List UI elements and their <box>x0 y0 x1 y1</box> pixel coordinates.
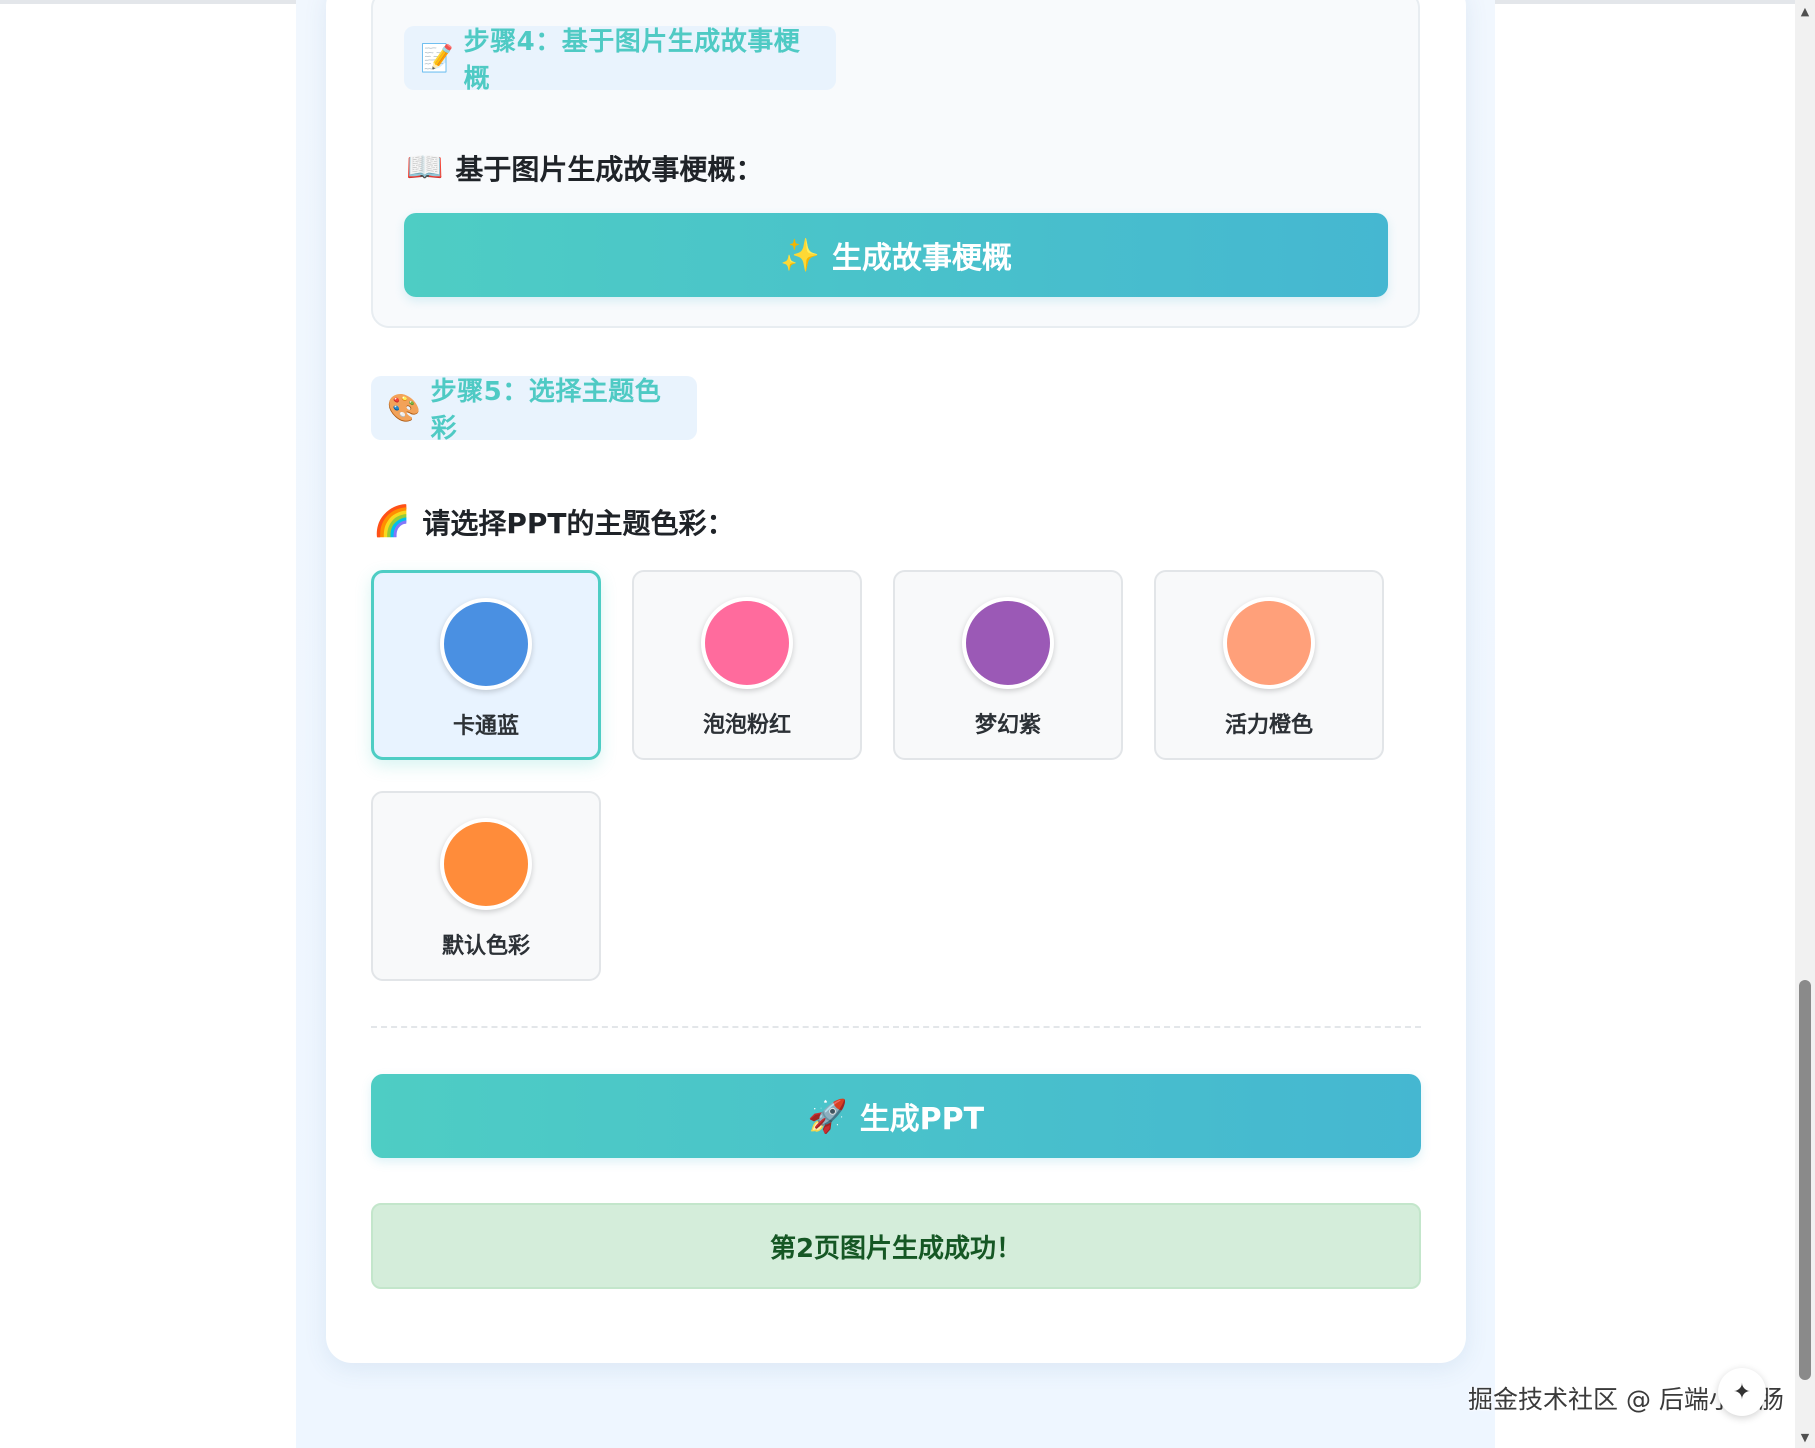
palette-icon: 🎨 <box>387 392 421 424</box>
story-section-title: 📖 基于图片生成故事梗概： <box>406 148 763 188</box>
theme-section-title-text: 请选择PPT的主题色彩： <box>422 507 735 540</box>
theme-option-bubble-pink[interactable]: 泡泡粉红 <box>632 570 862 760</box>
scroll-down-arrow-icon[interactable]: ▼ <box>1795 1428 1815 1446</box>
vertical-scrollbar[interactable]: ▲ ▼ <box>1795 0 1815 1448</box>
generate-ppt-button-label: 生成PPT <box>859 1102 985 1137</box>
open-book-icon: 📖 <box>406 150 444 185</box>
theme-option-label: 活力橙色 <box>1224 713 1313 738</box>
rainbow-icon: 🌈 <box>373 504 411 539</box>
success-message: 第2页图片生成成功！ <box>371 1203 1421 1289</box>
color-swatch <box>701 597 793 689</box>
theme-option-label: 默认色彩 <box>441 934 530 959</box>
theme-option-label: 泡泡粉红 <box>702 713 791 738</box>
theme-option-label: 梦幻紫 <box>974 713 1041 738</box>
rocket-icon: 🚀 <box>807 1097 848 1135</box>
theme-option-cartoon-blue[interactable]: 卡通蓝 <box>371 570 601 760</box>
theme-option-vibrant-orange[interactable]: 活力橙色 <box>1154 570 1384 760</box>
scrollbar-thumb[interactable] <box>1799 980 1811 1380</box>
step4-tag: 📝 步骤4：基于图片生成故事梗概 <box>404 26 836 94</box>
step4-tag-label: 步骤4：基于图片生成故事梗概 <box>463 27 801 94</box>
theme-option-label: 卡通蓝 <box>452 714 519 739</box>
step5-tag-label: 步骤5：选择主题色彩 <box>430 377 662 444</box>
generate-ppt-button[interactable]: 🚀 生成PPT <box>371 1074 1421 1158</box>
story-section-title-text: 基于图片生成故事梗概： <box>455 153 764 186</box>
sparkles-icon: ✨ <box>780 236 820 274</box>
color-swatch <box>440 598 532 690</box>
color-swatch <box>962 597 1054 689</box>
sparkle-icon: ✦ <box>1732 1379 1752 1405</box>
generate-story-button[interactable]: ✨ 生成故事梗概 <box>404 213 1388 297</box>
section-divider <box>371 1026 1421 1028</box>
theme-option-dream-purple[interactable]: 梦幻紫 <box>893 570 1123 760</box>
color-swatch <box>440 818 532 910</box>
generate-story-button-label: 生成故事梗概 <box>831 241 1012 276</box>
ai-assistant-button[interactable]: ✦ <box>1718 1368 1766 1416</box>
color-swatch <box>1223 597 1315 689</box>
step5-tag: 🎨 步骤5：选择主题色彩 <box>371 376 697 444</box>
memo-icon: 📝 <box>420 42 454 74</box>
success-message-text: 第2页图片生成成功！ <box>769 1233 1023 1264</box>
theme-section-title: 🌈 请选择PPT的主题色彩： <box>373 502 735 542</box>
scroll-up-arrow-icon[interactable]: ▲ <box>1795 2 1815 20</box>
theme-option-default[interactable]: 默认色彩 <box>371 791 601 981</box>
